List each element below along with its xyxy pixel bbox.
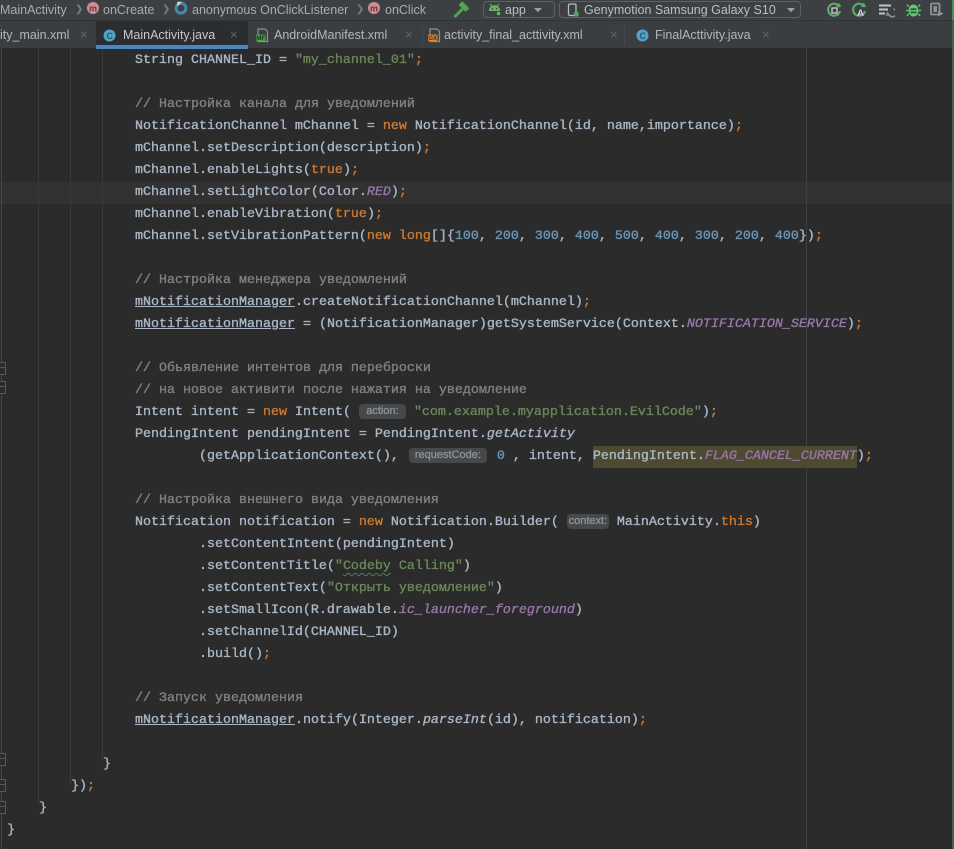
svg-text:MF: MF: [256, 35, 265, 42]
svg-text:m: m: [89, 4, 97, 14]
svg-text:C: C: [106, 31, 113, 41]
svg-text:m: m: [370, 4, 378, 14]
svg-text:GX: GX: [428, 35, 438, 42]
svg-text:A: A: [857, 8, 864, 18]
svg-text:C: C: [639, 31, 646, 41]
